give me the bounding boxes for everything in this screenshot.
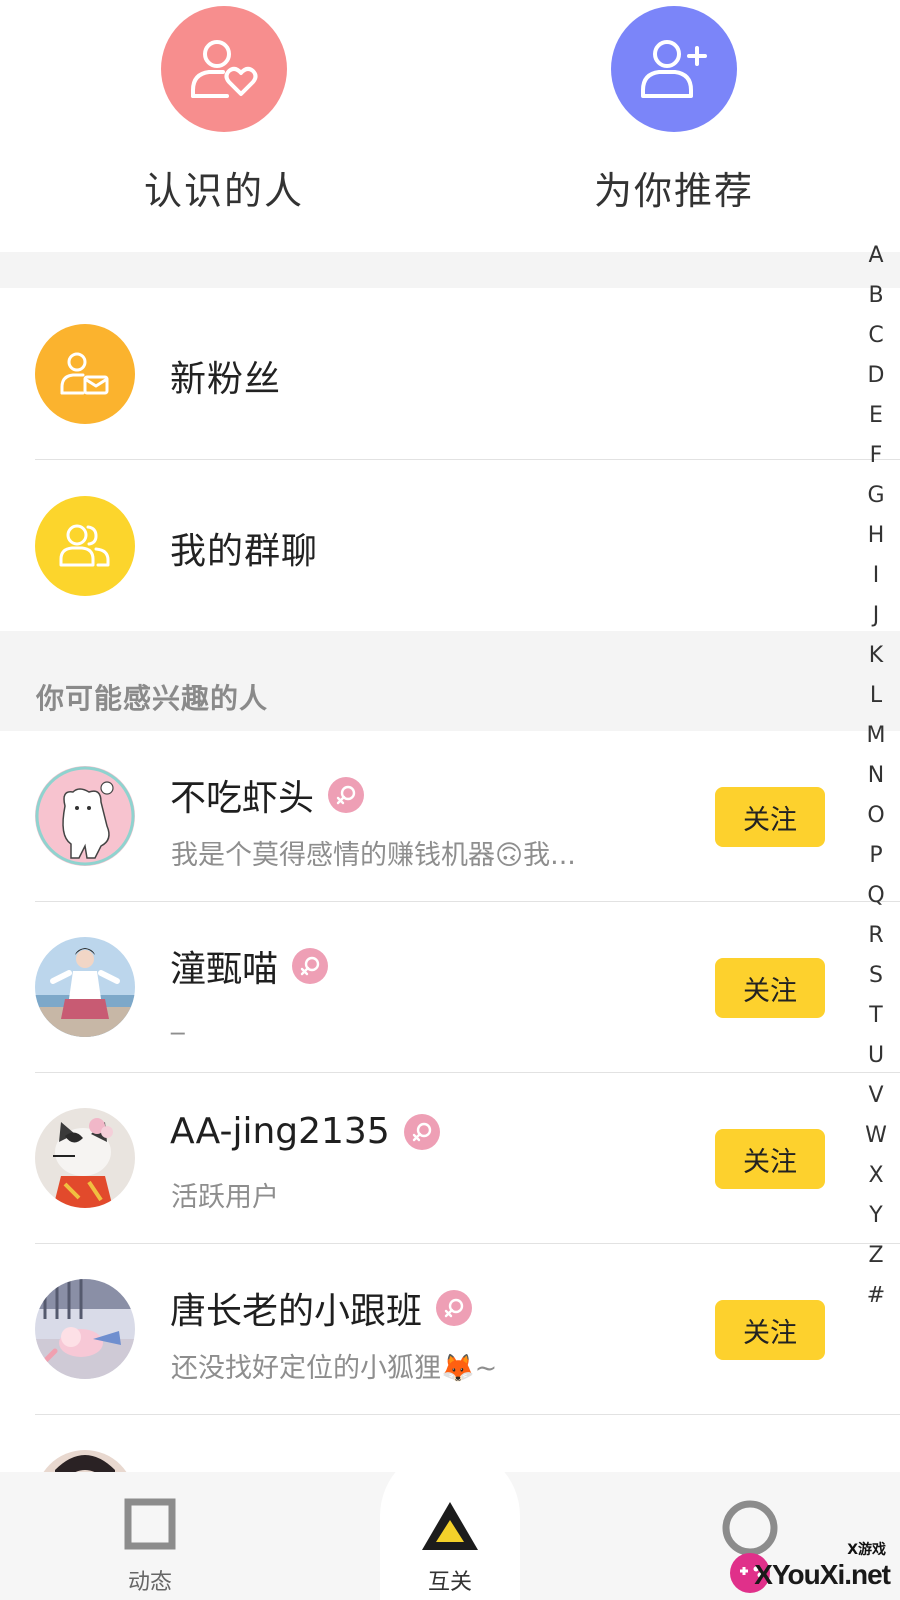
index-letter[interactable]: O xyxy=(860,796,892,836)
user-bio: 活跃用户 xyxy=(171,1182,279,1213)
user-bio: _ xyxy=(171,1004,185,1035)
index-letter[interactable]: H xyxy=(860,516,892,556)
user-row[interactable]: AA-jing2135 活跃用户 关注 xyxy=(0,1073,870,1244)
follow-button[interactable]: 关注 xyxy=(715,1300,825,1360)
avatar[interactable] xyxy=(35,1108,135,1208)
my-groups-row[interactable]: 我的群聊 xyxy=(0,460,870,630)
female-icon xyxy=(436,1290,473,1326)
triangle-icon xyxy=(418,1498,482,1558)
index-letter[interactable]: J xyxy=(860,596,892,636)
index-letter[interactable]: L xyxy=(860,676,892,716)
index-letter[interactable]: K xyxy=(860,636,892,676)
user-bio: 还没找好定位的小狐狸🦊~ xyxy=(171,1353,498,1384)
user-name-line: 不吃虾头 xyxy=(170,769,365,821)
top-actions: 认识的人 为你推荐 xyxy=(0,0,900,252)
avatar[interactable] xyxy=(35,766,135,866)
female-icon xyxy=(403,1113,440,1150)
index-letter[interactable]: E xyxy=(860,396,892,436)
index-letter[interactable]: T xyxy=(860,996,892,1036)
user-row[interactable]: 不吃虾头 我是个莫得感情的赚钱机器🙃我... 关注 xyxy=(0,731,870,902)
recommend-label: 为你推荐 xyxy=(593,169,754,213)
index-letter[interactable]: W xyxy=(860,1116,892,1156)
index-letter[interactable]: R xyxy=(860,916,892,956)
follow-button[interactable]: 关注 xyxy=(715,787,825,847)
female-icon xyxy=(328,777,365,813)
section-header: 你可能感兴趣的人 xyxy=(0,631,900,731)
user-row[interactable]: 潼甄喵 _ 关注 xyxy=(0,902,870,1073)
index-letter[interactable]: D xyxy=(860,356,892,396)
user-name-line: AA-jing2135 xyxy=(170,1111,440,1152)
section-gap xyxy=(0,252,900,288)
index-letter[interactable]: P xyxy=(860,836,892,876)
watermark-text: XYouXi.net xyxy=(754,1559,891,1590)
user-bio: 我是个莫得感情的赚钱机器🙃我... xyxy=(171,840,576,871)
index-letter[interactable]: Q xyxy=(860,876,892,916)
watermark: X游戏 XYouXi.net xyxy=(720,1535,900,1600)
new-fans-label: 新粉丝 xyxy=(170,359,282,400)
person-add-icon xyxy=(611,6,737,132)
index-letter[interactable]: V xyxy=(860,1076,892,1116)
index-letter[interactable]: N xyxy=(860,756,892,796)
my-groups-label: 我的群聊 xyxy=(170,531,319,572)
section-title: 你可能感兴趣的人 xyxy=(36,682,269,715)
user-name: 唐长老的小跟班 xyxy=(170,1291,423,1332)
index-letter[interactable]: X xyxy=(860,1156,892,1196)
index-letter[interactable]: C xyxy=(860,316,892,356)
index-letter[interactable]: # xyxy=(860,1276,892,1316)
known-people-label: 认识的人 xyxy=(143,169,304,213)
person-heart-icon xyxy=(161,6,287,132)
index-letter[interactable]: Y xyxy=(860,1196,892,1236)
index-letter[interactable]: Z xyxy=(860,1236,892,1276)
recommend-button[interactable]: 为你推荐 xyxy=(564,6,784,215)
user-row[interactable]: 唐长老的小跟班 还没找好定位的小狐狸🦊~ 关注 xyxy=(0,1244,870,1415)
known-people-button[interactable]: 认识的人 xyxy=(114,6,334,215)
group-icon xyxy=(35,496,135,596)
index-letter[interactable]: B xyxy=(860,276,892,316)
new-fans-row[interactable]: 新粉丝 xyxy=(0,288,870,458)
nav-feed-label: 动态 xyxy=(127,1570,172,1595)
watermark-small: X游戏 xyxy=(847,1542,886,1558)
user-name-line: 唐长老的小跟班 xyxy=(170,1282,473,1334)
index-letter[interactable]: S xyxy=(860,956,892,996)
index-letter[interactable]: I xyxy=(860,556,892,596)
index-letter[interactable]: G xyxy=(860,476,892,516)
nav-feed[interactable]: 动态 xyxy=(80,1472,220,1600)
index-letter[interactable]: M xyxy=(860,716,892,756)
user-name: AA-jing2135 xyxy=(170,1111,390,1152)
user-name: 潼甄喵 xyxy=(170,949,279,990)
user-name-line: 潼甄喵 xyxy=(170,940,329,992)
avatar[interactable] xyxy=(35,1450,135,1472)
follow-button[interactable]: 关注 xyxy=(715,1129,825,1189)
square-icon xyxy=(124,1498,176,1554)
person-mail-icon xyxy=(35,324,135,424)
avatar[interactable] xyxy=(35,1279,135,1379)
index-letter[interactable]: A xyxy=(860,236,892,276)
alphabet-index[interactable]: A B C D E F G H I J K L M N O P Q R S T U V W X Y Z # xyxy=(860,236,892,1316)
follow-button[interactable]: 关注 xyxy=(715,958,825,1018)
avatar[interactable] xyxy=(35,937,135,1037)
female-icon xyxy=(292,948,329,984)
user-name: 不吃虾头 xyxy=(170,778,315,819)
index-letter[interactable]: F xyxy=(860,436,892,476)
index-letter[interactable]: U xyxy=(860,1036,892,1076)
nav-mutual[interactable]: 互关 xyxy=(380,1446,520,1600)
nav-mutual-label: 互关 xyxy=(427,1570,472,1595)
